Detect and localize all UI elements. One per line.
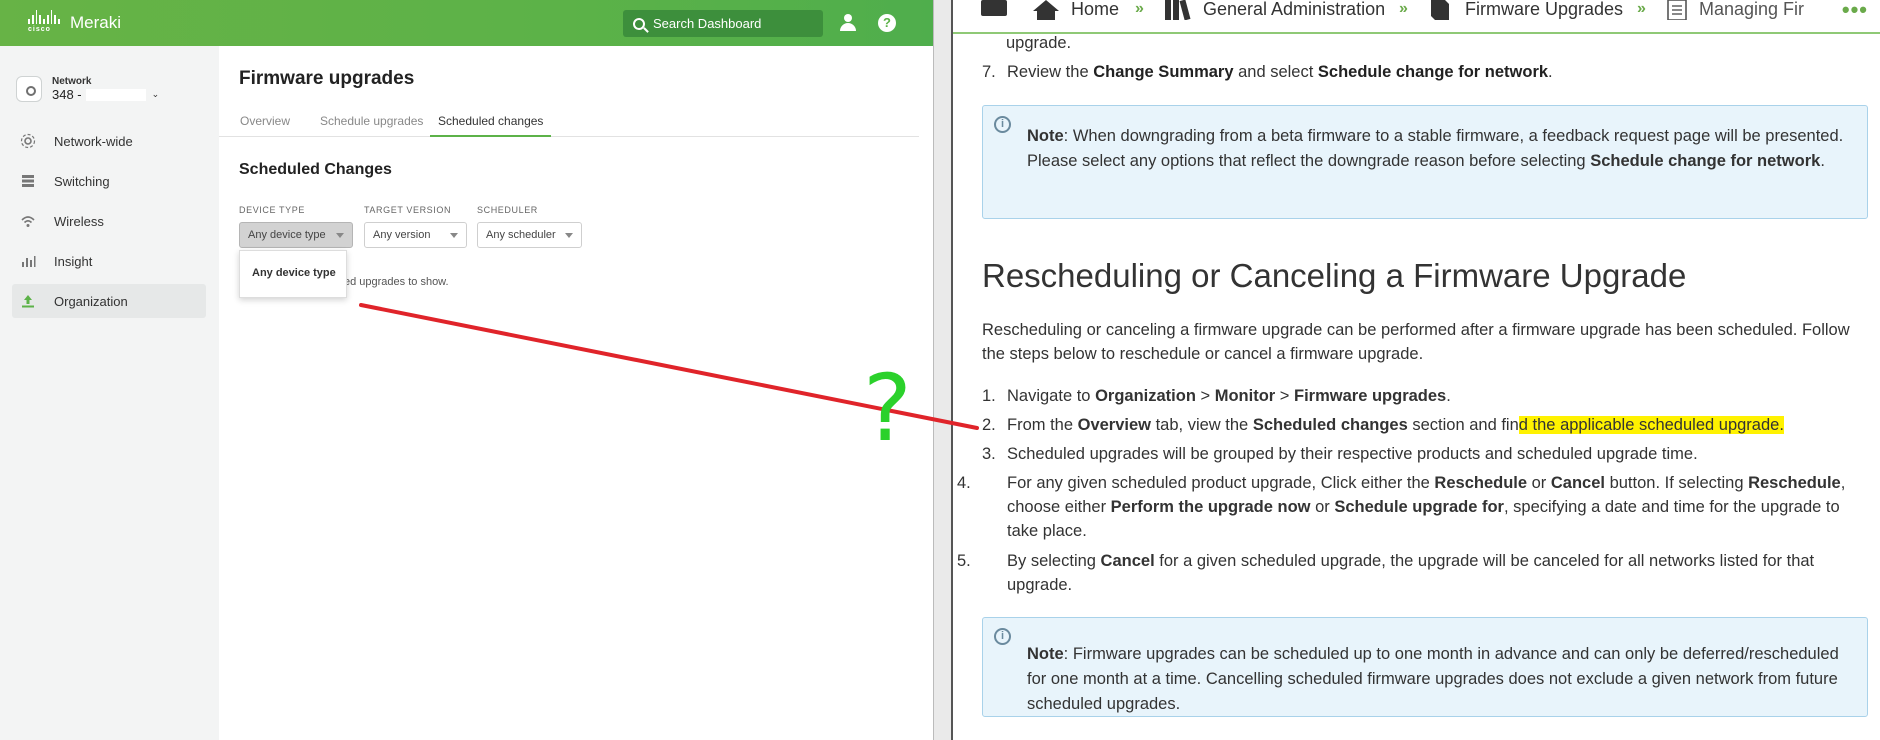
- intro-paragraph: Rescheduling or canceling a firmware upg…: [982, 321, 1850, 363]
- doc-step-7: 7. Review the Change Summary and select S…: [982, 63, 1553, 81]
- network-icon: [16, 76, 42, 102]
- help-icon[interactable]: ?: [878, 14, 896, 32]
- breadcrumb-separator-icon: »: [1399, 0, 1408, 17]
- sidebar-item-insight[interactable]: Insight: [12, 244, 206, 278]
- note-box: i Note: When downgrading from a beta fir…: [982, 105, 1868, 219]
- caret-down-icon: [336, 233, 344, 238]
- tab-overview[interactable]: Overview: [232, 110, 298, 137]
- meraki-logo[interactable]: cisco Meraki: [28, 10, 121, 36]
- books-icon: [1165, 0, 1191, 20]
- list-item: 1. Navigate to Organization > Monitor > F…: [982, 387, 1451, 405]
- dropdown-option-any-device-type[interactable]: Any device type: [252, 267, 346, 279]
- cisco-wordmark: cisco: [28, 26, 51, 33]
- product-name: Meraki: [70, 13, 122, 32]
- highlighted-text: d the applicable scheduled upgrade.: [1518, 416, 1784, 434]
- section-title: Scheduled Changes: [239, 161, 392, 178]
- sidebar-item-switching[interactable]: Switching: [12, 164, 206, 198]
- search-icon: [633, 17, 645, 30]
- folder-icon[interactable]: [981, 0, 1007, 16]
- scheduler-select[interactable]: Any scheduler: [477, 222, 582, 248]
- tab-bar: Overview Schedule upgrades Scheduled cha…: [219, 110, 919, 137]
- sidebar-item-label: Switching: [54, 173, 110, 189]
- doc-fragment: upgrade.: [1006, 34, 1072, 52]
- caret-down-icon: [450, 233, 458, 238]
- breadcrumb-home[interactable]: Home: [1071, 0, 1119, 20]
- sidebar-item-label: Organization: [54, 293, 128, 309]
- section-heading: Rescheduling or Canceling a Firmware Upg…: [982, 257, 1687, 294]
- switching-icon: [20, 173, 36, 189]
- documentation-window: Home » General Administration » Firmware…: [953, 0, 1880, 740]
- chevron-down-icon: ⌄: [151, 89, 160, 99]
- sidebar-item-label: Network-wide: [54, 133, 133, 149]
- device-type-dropdown-menu: Any device type: [239, 250, 347, 298]
- redacted-network-name: [85, 88, 146, 101]
- tab-scheduled-changes[interactable]: Scheduled changes: [430, 110, 552, 137]
- main-content: Firmware upgrades Overview Schedule upgr…: [219, 46, 933, 740]
- network-label: Network: [52, 76, 92, 87]
- pane-divider[interactable]: [933, 0, 954, 740]
- scheduler-label: SCHEDULER: [477, 205, 538, 215]
- empty-state-message: ed upgrades to show.: [344, 276, 449, 288]
- info-icon: i: [994, 628, 1011, 645]
- sidebar-item-wireless[interactable]: Wireless: [12, 204, 206, 238]
- page-title: Firmware upgrades: [239, 68, 415, 89]
- scheduler-value: Any scheduler: [486, 229, 556, 241]
- info-icon: i: [994, 116, 1011, 133]
- device-type-select[interactable]: Any device type: [239, 222, 353, 248]
- network-value: 348 -: [52, 87, 82, 102]
- note-box: i Note: Firmware upgrades can be schedul…: [982, 617, 1868, 717]
- tab-schedule-upgrades[interactable]: Schedule upgrades: [312, 110, 431, 137]
- breadcrumb-firmware-upgrades[interactable]: Firmware Upgrades: [1465, 0, 1623, 20]
- device-type-label: DEVICE TYPE: [239, 205, 305, 215]
- network-selector[interactable]: Network 348 - ⌄: [16, 76, 159, 102]
- breadcrumb-separator-icon: »: [1135, 0, 1144, 17]
- sidebar: Network 348 - ⌄ Network-wide Switching Wi…: [0, 46, 219, 740]
- search-placeholder: Search Dashboard: [653, 16, 762, 31]
- note-text: Note: When downgrading from a beta firmw…: [1027, 127, 1844, 170]
- organization-icon: [20, 293, 36, 309]
- list-item: 5. By selecting Cancel for a given schedu…: [957, 552, 1815, 594]
- list-item: 4. For any given scheduled product upgrad…: [957, 474, 1846, 540]
- wireless-icon: [20, 213, 36, 229]
- breadcrumb: Home » General Administration » Firmware…: [953, 0, 1880, 34]
- insight-icon: [20, 253, 36, 269]
- breadcrumb-separator-icon: »: [1637, 0, 1646, 17]
- top-bar: cisco Meraki Search Dashboard ?: [0, 0, 933, 46]
- breadcrumb-general-administration[interactable]: General Administration: [1203, 0, 1385, 20]
- user-icon[interactable]: [838, 13, 858, 33]
- meraki-dashboard-window: cisco Meraki Search Dashboard ? Network …: [0, 0, 933, 740]
- sidebar-item-label: Wireless: [54, 213, 104, 229]
- network-wide-icon: [20, 133, 36, 149]
- sidebar-item-network-wide[interactable]: Network-wide: [12, 124, 206, 158]
- book-icon: [1431, 0, 1449, 20]
- list-item: 2. From the Overview tab, view the Schedu…: [982, 416, 1784, 434]
- search-input[interactable]: Search Dashboard: [623, 10, 823, 37]
- page-icon: [1667, 0, 1687, 20]
- target-version-value: Any version: [373, 229, 431, 241]
- note-text: Note: Firmware upgrades can be scheduled…: [1027, 645, 1839, 713]
- home-icon[interactable]: [1033, 0, 1059, 20]
- device-type-value: Any device type: [248, 229, 326, 241]
- sidebar-item-label: Insight: [54, 253, 93, 269]
- caret-down-icon: [565, 233, 573, 238]
- more-options-icon[interactable]: •••: [1842, 0, 1868, 21]
- target-version-label: TARGET VERSION: [364, 205, 452, 215]
- list-item: 3. Scheduled upgrades will be grouped by …: [982, 445, 1698, 463]
- target-version-select[interactable]: Any version: [364, 222, 467, 248]
- breadcrumb-managing-firmware[interactable]: Managing Fir: [1699, 0, 1804, 20]
- sidebar-item-organization[interactable]: Organization: [12, 284, 206, 318]
- cisco-logo-icon: cisco: [28, 10, 61, 36]
